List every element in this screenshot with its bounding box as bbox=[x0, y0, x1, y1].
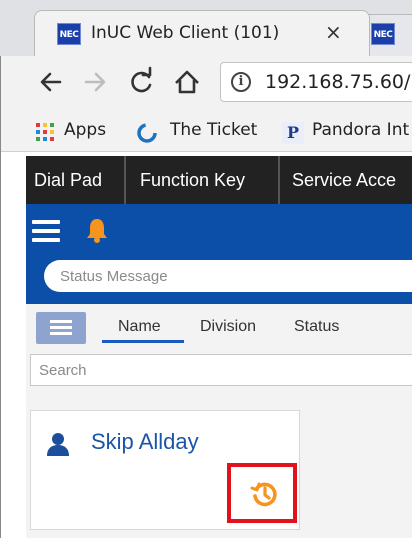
window-edge bbox=[0, 56, 1, 538]
bookmark-pandora[interactable]: Pandora Int bbox=[312, 120, 409, 140]
close-tab-icon[interactable]: × bbox=[325, 20, 342, 44]
address-bar[interactable]: i 192.168.75.60/ bbox=[220, 62, 412, 102]
nec-favicon-icon: NEC bbox=[371, 23, 395, 45]
tab-status[interactable]: Status bbox=[294, 318, 339, 336]
nav-divider bbox=[124, 156, 126, 204]
reload-icon[interactable] bbox=[124, 62, 158, 102]
browser-tab-strip: NEC NEC InUC Web Client (101) × bbox=[0, 0, 412, 56]
back-arrow-icon[interactable] bbox=[34, 62, 68, 102]
tab-division[interactable]: Division bbox=[200, 318, 256, 336]
bookmarks-bar: Apps The Ticket P Pandora Int bbox=[0, 110, 412, 152]
nav-function-key[interactable]: Function Key bbox=[140, 156, 245, 204]
highlight-box bbox=[227, 463, 297, 523]
bookmark-apps[interactable]: Apps bbox=[64, 120, 106, 140]
p-icon: P bbox=[282, 122, 304, 144]
screenshot-frame: NEC NEC InUC Web Client (101) × i 192.16… bbox=[0, 0, 412, 538]
tab-title: InUC Web Client (101) bbox=[91, 23, 280, 43]
person-icon bbox=[47, 433, 69, 456]
home-icon[interactable] bbox=[170, 62, 204, 102]
nav-dial-pad[interactable]: Dial Pad bbox=[34, 156, 102, 204]
status-message-input[interactable] bbox=[44, 260, 412, 292]
app-header bbox=[26, 204, 412, 304]
list-view-button[interactable] bbox=[36, 312, 86, 344]
info-icon[interactable]: i bbox=[231, 72, 251, 92]
search-input[interactable] bbox=[31, 355, 412, 385]
bell-icon[interactable] bbox=[84, 216, 110, 244]
status-message-field[interactable] bbox=[44, 260, 412, 292]
app-top-nav: Dial Pad Function Key Service Acce bbox=[26, 156, 412, 204]
search-field[interactable] bbox=[30, 354, 412, 386]
nec-favicon-icon: NEC bbox=[57, 23, 81, 45]
contact-name[interactable]: Skip Allday bbox=[91, 429, 199, 455]
forward-arrow-icon[interactable] bbox=[78, 62, 112, 102]
browser-tab-active[interactable]: NEC InUC Web Client (101) × bbox=[34, 10, 370, 56]
nav-divider bbox=[278, 156, 280, 204]
url-text: 192.168.75.60/ bbox=[265, 71, 411, 93]
ticket-icon bbox=[137, 123, 157, 143]
contact-card[interactable]: Skip Allday bbox=[30, 410, 300, 530]
tab-name[interactable]: Name bbox=[118, 318, 161, 336]
nav-service-access[interactable]: Service Acce bbox=[292, 156, 396, 204]
browser-toolbar: i 192.168.75.60/ bbox=[0, 56, 412, 110]
directory-panel: Name Division Status Skip Allday bbox=[26, 304, 412, 538]
active-tab-indicator bbox=[102, 340, 184, 343]
bookmark-the-ticket[interactable]: The Ticket bbox=[170, 120, 257, 140]
hamburger-menu-icon[interactable] bbox=[32, 220, 60, 242]
apps-grid-icon bbox=[36, 123, 56, 143]
